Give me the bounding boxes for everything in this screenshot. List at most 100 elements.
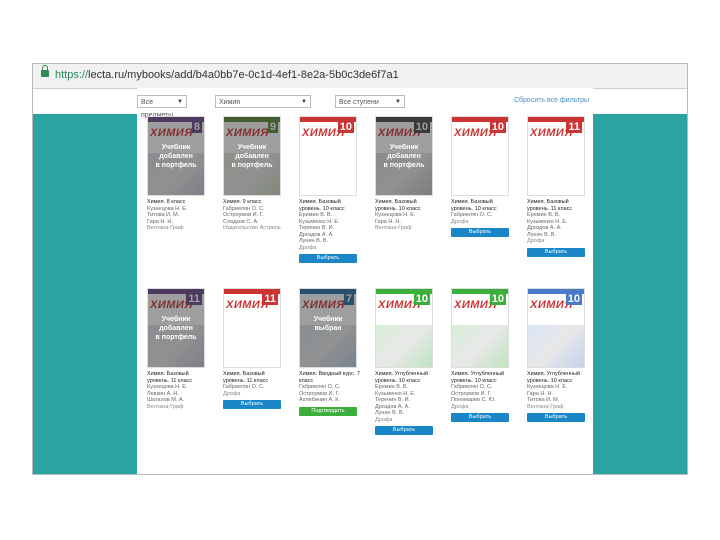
right-teal-panel [593, 114, 687, 474]
book-card[interactable]: ХИМИЯ 9 Учебник добавлен в портфель Химия. … [223, 116, 287, 232]
cover-grade: 10 [413, 293, 430, 305]
book-card[interactable]: ХИМИЯ 10 Химия. Углубленный уровень. 10 кл… [527, 288, 591, 422]
choose-button[interactable]: Выбрать [375, 426, 433, 435]
book-authors: Еремин В. В. Кузьменко Н. Е. Дроздов А. … [527, 212, 568, 238]
choose-button[interactable]: Выбрать [299, 254, 357, 263]
book-meta: Химия. Углубленный уровень. 10 класс Габр… [451, 371, 515, 410]
book-authors: Габриелян О. С. Остроумов И. Г. Сладков … [223, 205, 265, 225]
book-meta: Химия. Базовый уровень. 10 класс Кузнецов… [375, 199, 439, 232]
cover-illustration [528, 325, 584, 367]
book-publisher: Дрофа [299, 244, 317, 251]
added-overlay: Учебник добавлен в портфель [148, 117, 204, 195]
book-cover[interactable]: ХИМИЯ 9 Учебник добавлен в портфель [223, 116, 281, 196]
confirm-button[interactable]: Подтвердить [299, 406, 357, 416]
subject-select[interactable]: Все предметы ▼ [137, 95, 187, 119]
chevron-down-icon: ▼ [177, 99, 183, 105]
book-cover[interactable]: ХИМИЯ 10 [451, 116, 509, 196]
cover-illustration [376, 325, 432, 367]
address-bar[interactable]: https://lecta.ru/mybooks/add/b4a0bb7e-0c… [33, 64, 687, 89]
book-title[interactable]: Химия. Базовый уровень. 10 класс [451, 199, 515, 212]
cover-illustration [224, 325, 280, 367]
book-authors: Кузнецова Н. Е. Титова И. М. Гара Н. Н. [147, 205, 188, 225]
book-title[interactable]: Химия. Базовый уровень. 11 класс [223, 371, 287, 384]
book-meta: Химия. Базовый уровень. 11 класс Кузнецов… [147, 371, 211, 410]
book-cover[interactable]: ХИМИЯ 10 [527, 288, 585, 368]
overlay-text: Учебник выбран [313, 316, 343, 332]
chevron-down-icon: ▼ [301, 99, 307, 105]
choose-button[interactable]: Выбрать [527, 247, 585, 257]
browser-window: https://lecta.ru/mybooks/add/b4a0bb7e-0c… [32, 63, 688, 475]
overlay-text: Учебник добавлен в портфель [155, 316, 197, 341]
book-publisher: Вентана-Граф [147, 225, 184, 231]
book-title[interactable]: Химия. Углубленный уровень. 10 класс [451, 371, 515, 384]
book-publisher: Дрофа [527, 238, 545, 244]
added-overlay: Учебник выбран [300, 289, 356, 367]
book-card[interactable]: ХИМИЯ 10 Учебник добавлен в портфель Химия.… [375, 116, 439, 232]
discipline-select-value: Химия [219, 99, 241, 106]
book-card[interactable]: ХИМИЯ 10 Химия. Углубленный уровень. 10 кл… [451, 288, 515, 422]
book-publisher: Дрофа [223, 390, 241, 397]
discipline-select[interactable]: Химия ▼ [215, 95, 311, 108]
book-title[interactable]: Химия. Вводный курс. 7 класс [299, 371, 363, 384]
book-card[interactable]: ХИМИЯ 10 Химия. Базовый уровень. 10 класс Г… [451, 116, 515, 237]
book-authors: Еремин В. В. Кузьменко Н. Е. Теренин В. … [375, 384, 416, 416]
book-cover[interactable]: ХИМИЯ 10 [451, 288, 509, 368]
added-overlay: Учебник добавлен в портфель [376, 117, 432, 195]
level-select-value: Все ступени [339, 99, 379, 106]
book-meta: Химия. Вводный курс. 7 класс Габриелян О.… [299, 371, 363, 404]
book-cover[interactable]: ХИМИЯ 10 [299, 116, 357, 196]
chevron-down-icon: ▼ [395, 99, 401, 105]
url-scheme: https:// [55, 69, 89, 81]
book-cover[interactable]: ХИМИЯ 11 [223, 288, 281, 368]
filter-bar: Все предметы ▼ Химия ▼ Все ступени ▼ Сброси… [137, 95, 593, 119]
overlay-text: Учебник добавлен в портфель [155, 144, 197, 169]
cover-illustration [528, 153, 584, 195]
book-authors: Кузнецова Н. Е. Гара Н. Н. [375, 212, 416, 225]
book-meta: Химия. Базовый уровень. 10 класс Еремин В… [299, 199, 363, 251]
cover-grade: 11 [566, 121, 582, 133]
book-publisher: Вентана-Граф [527, 403, 564, 410]
choose-button[interactable]: Выбрать [451, 228, 509, 237]
choose-button[interactable]: Выбрать [223, 400, 281, 409]
book-card[interactable]: ХИМИЯ 7 Учебник выбран Химия. Вводный курс.… [299, 288, 363, 416]
book-cover[interactable]: ХИМИЯ 7 Учебник выбран [299, 288, 357, 368]
book-cover[interactable]: ХИМИЯ 10 Учебник добавлен в портфель [375, 116, 433, 196]
book-authors: Габриелян О. С. Остроумов И. Г. Ахлебини… [299, 384, 341, 403]
book-title[interactable]: Химия. Углубленный уровень. 10 класс [375, 371, 439, 384]
level-select[interactable]: Все ступени ▼ [335, 95, 405, 108]
cover-grade: 10 [489, 121, 506, 133]
book-title[interactable]: Химия. Базовый уровень. 10 класс [299, 199, 363, 212]
book-cover[interactable]: ХИМИЯ 8 Учебник добавлен в портфель [147, 116, 205, 196]
url-text[interactable]: https://lecta.ru/mybooks/add/b4a0bb7e-0c… [55, 69, 399, 81]
book-card[interactable]: ХИМИЯ 11 Учебник добавлен в портфель Химия.… [147, 288, 211, 410]
book-card[interactable]: ХИМИЯ 11 Химия. Базовый уровень. 11 класс Е… [527, 116, 591, 257]
choose-button[interactable]: Выбрать [527, 413, 585, 422]
overlay-text: Учебник добавлен в портфель [383, 144, 425, 169]
book-title[interactable]: Химия. Базовый уровень. 11 класс [147, 371, 211, 384]
cover-grade: 10 [489, 293, 506, 305]
book-card[interactable]: ХИМИЯ 11 Химия. Базовый уровень. 11 класс Г… [223, 288, 287, 409]
book-meta: Химия. Углубленный уровень. 10 класс Кузн… [527, 371, 591, 410]
book-meta: Химия. Углубленный уровень. 10 класс Ерем… [375, 371, 439, 423]
book-publisher: Вентана-Граф [147, 403, 184, 410]
book-cover[interactable]: ХИМИЯ 11 Учебник добавлен в портфель [147, 288, 205, 368]
book-title[interactable]: Химия. Углубленный уровень. 10 класс [527, 371, 591, 384]
book-publisher: Издательство Астрель [223, 225, 281, 231]
cover-illustration [452, 153, 508, 195]
book-cover[interactable]: ХИМИЯ 10 [375, 288, 433, 368]
reset-filters-link[interactable]: Сбросить все фильтры [514, 97, 589, 104]
choose-button[interactable]: Выбрать [451, 413, 509, 422]
book-meta: Химия. Базовый уровень. 11 класс Еремин В… [527, 199, 591, 245]
book-card[interactable]: ХИМИЯ 10 Химия. Углубленный уровень. 10 кл… [375, 288, 439, 435]
book-title[interactable]: Химия. Базовый уровень. 10 класс [375, 199, 439, 212]
book-meta: Химия. Базовый уровень. 10 класс Габриеля… [451, 199, 515, 225]
url-path: lecta.ru/mybooks/add/b4a0bb7e-0c1d-4ef1-… [88, 69, 399, 81]
book-card[interactable]: ХИМИЯ 10 Химия. Базовый уровень. 10 класс Е… [299, 116, 363, 263]
cover-grade: 10 [337, 121, 354, 133]
book-meta: Химия. Базовый уровень. 11 класс Габриеля… [223, 371, 287, 397]
book-card[interactable]: ХИМИЯ 8 Учебник добавлен в портфель Химия. … [147, 116, 211, 232]
cover-grade: 10 [565, 293, 582, 305]
cover-illustration [452, 325, 508, 367]
book-title[interactable]: Химия. Базовый уровень. 11 класс [527, 199, 591, 212]
book-cover[interactable]: ХИМИЯ 11 [527, 116, 585, 196]
